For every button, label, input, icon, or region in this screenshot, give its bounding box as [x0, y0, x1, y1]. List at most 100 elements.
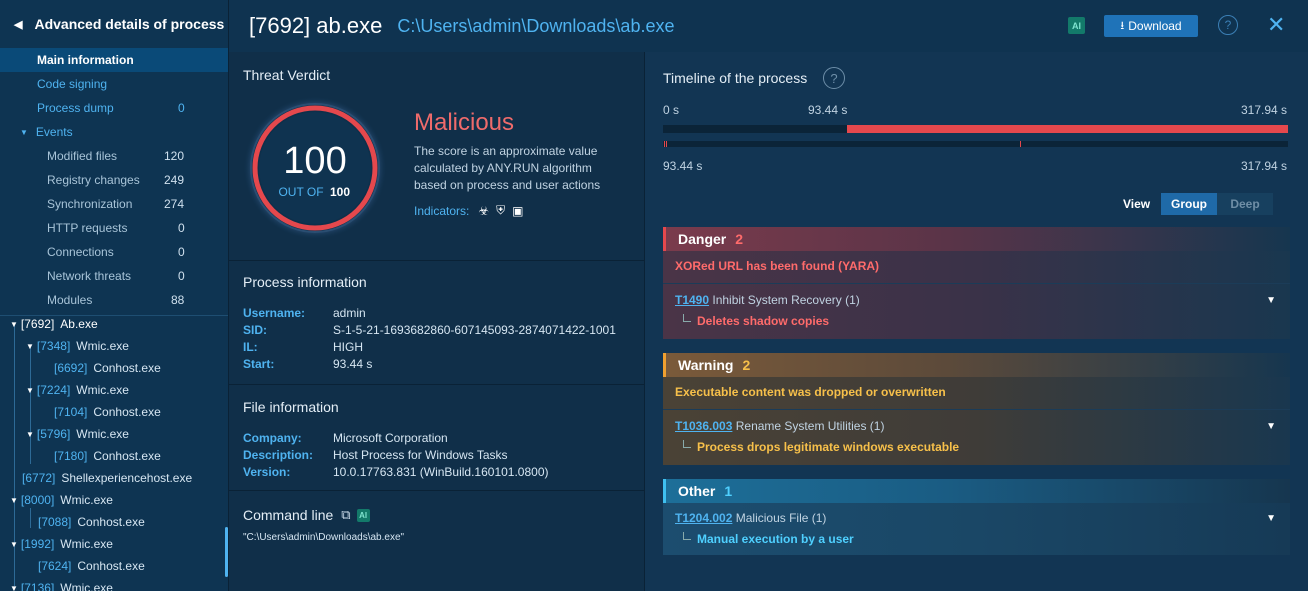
- download-button[interactable]: ⭳ Download: [1104, 15, 1198, 37]
- timeline-process-bar[interactable]: [846, 125, 1288, 133]
- sidebar-item-label: Network threats: [47, 269, 132, 283]
- tree-node[interactable]: [7180] Conhost.exe: [54, 447, 161, 465]
- sidebar-item-synchronization[interactable]: Synchronization 274: [0, 192, 228, 216]
- chevron-down-icon[interactable]: ▼: [1266, 421, 1276, 432]
- process-info-key: IL:: [243, 340, 258, 354]
- close-icon[interactable]: ✕: [1267, 12, 1285, 38]
- score-out-of-value: 100: [330, 185, 350, 199]
- chevron-down-icon[interactable]: ▼: [26, 430, 34, 439]
- sidebar-item-process-dump[interactable]: Process dump 0: [0, 96, 228, 120]
- danger-technique[interactable]: T1490 Inhibit System Recovery (1): [675, 293, 860, 307]
- sidebar-item-registry-changes[interactable]: Registry changes 249: [0, 168, 228, 192]
- chevron-down-icon[interactable]: ▼: [1266, 295, 1276, 306]
- sidebar-item-connections[interactable]: Connections 0: [0, 240, 228, 264]
- sidebar-item-label: HTTP requests: [47, 221, 128, 235]
- chevron-down-icon[interactable]: ▼: [20, 128, 28, 137]
- sidebar-item-label: Modules: [47, 293, 93, 307]
- sidebar-item-network-threats[interactable]: Network threats 0: [0, 264, 228, 288]
- timeline-zoom-track[interactable]: [663, 141, 1288, 147]
- tree-node[interactable]: ▼ [5796] Wmic.exe: [26, 425, 129, 443]
- category-count: 1: [724, 483, 733, 499]
- tree-node-name: Shellexperiencehost.exe: [61, 471, 193, 485]
- technique-id-link[interactable]: T1036.003: [675, 419, 732, 433]
- chevron-down-icon[interactable]: ▼: [10, 320, 18, 329]
- tree-node[interactable]: [6692] Conhost.exe: [54, 359, 161, 377]
- ai-badge[interactable]: AI: [1068, 17, 1085, 34]
- technique-name: Rename System Utilities (1): [735, 419, 885, 433]
- process-info-key: SID:: [243, 323, 267, 337]
- tree-node-name: Conhost.exe: [77, 515, 145, 529]
- tree-node[interactable]: ▼ [1992] Wmic.exe: [10, 535, 113, 553]
- tree-node[interactable]: [7088] Conhost.exe: [38, 513, 145, 531]
- danger-headline: XORed URL has been found (YARA): [675, 259, 880, 273]
- main-panel: [7692] ab.exe C:\Users\admin\Downloads\a…: [229, 0, 1308, 591]
- chevron-down-icon[interactable]: ▼: [10, 496, 18, 505]
- tree-node-pid: [7180]: [54, 449, 88, 463]
- sidebar-item-code-signing[interactable]: Code signing: [0, 72, 228, 96]
- category-other-header[interactable]: Other 1: [663, 479, 1290, 503]
- copy-icon[interactable]: ⧉: [341, 507, 350, 523]
- warning-technique[interactable]: T1036.003 Rename System Utilities (1): [675, 419, 884, 433]
- shield-icon[interactable]: ⛨: [496, 203, 505, 218]
- file-path-link[interactable]: C:\Users\admin\Downloads\ab.exe: [397, 16, 674, 37]
- help-icon[interactable]: ?: [1218, 15, 1238, 35]
- score-value: 100: [283, 140, 346, 182]
- sidebar-item-http-requests[interactable]: HTTP requests 0: [0, 216, 228, 240]
- view-label: View: [1123, 197, 1151, 211]
- sidebar-item-label: Synchronization: [47, 197, 133, 211]
- view-deep-button[interactable]: Deep: [1217, 193, 1273, 215]
- process-info-row: Start: 93.44 s: [243, 357, 372, 371]
- tree-node[interactable]: [6772] Shellexperiencehost.exe: [22, 469, 192, 487]
- sidebar-item-modified-files[interactable]: Modified files 120: [0, 144, 228, 168]
- verdict-label: Malicious: [414, 109, 515, 136]
- process-info-value: S-1-5-21-1693682860-607145093-2874071422…: [333, 323, 616, 337]
- tree-node[interactable]: ▼ [8000] Wmic.exe: [10, 491, 113, 509]
- chevron-down-icon[interactable]: ▼: [26, 386, 34, 395]
- sidebar-item-count: 88: [171, 293, 185, 307]
- tree-node[interactable]: [7624] Conhost.exe: [38, 557, 145, 575]
- category-warning-header[interactable]: Warning 2: [663, 353, 1290, 377]
- ai-badge[interactable]: AI: [356, 508, 370, 522]
- details-column: Threat Verdict 100 OUT OF 100 Malicious: [229, 52, 644, 591]
- sidebar-item-events[interactable]: ▼ Events: [0, 120, 228, 144]
- tree-node-pid: [7104]: [54, 405, 88, 419]
- file-info-row: Version: 10.0.17763.831 (WinBuild.160101…: [243, 465, 549, 479]
- sidebar-item-label: Main information: [37, 53, 134, 67]
- command-line-value: "C:\Users\admin\Downloads\ab.exe": [243, 532, 405, 543]
- tree-node[interactable]: ▼ [7348] Wmic.exe: [26, 337, 129, 355]
- sidebar-item-main-information[interactable]: Main information: [0, 48, 228, 72]
- sidebar-item-count: 274: [164, 197, 185, 211]
- timeline-title: Timeline of the process: [663, 70, 808, 86]
- warning-detail: Process drops legitimate windows executa…: [683, 440, 959, 454]
- timeline-start-label: 0 s: [663, 103, 680, 117]
- category-danger-header[interactable]: Danger 2: [663, 227, 1290, 251]
- view-group-button[interactable]: Group: [1161, 193, 1217, 215]
- category-count: 2: [742, 357, 751, 373]
- technique-id-link[interactable]: T1490: [675, 293, 709, 307]
- process-info-key: Username:: [243, 306, 306, 320]
- tree-node[interactable]: [7104] Conhost.exe: [54, 403, 161, 421]
- chevron-down-icon[interactable]: ▼: [26, 342, 34, 351]
- technique-name: Malicious File (1): [735, 511, 827, 525]
- biohazard-icon[interactable]: ☣: [478, 204, 489, 218]
- chevron-down-icon[interactable]: ▼: [10, 584, 18, 591]
- help-icon[interactable]: ?: [823, 67, 845, 89]
- process-info-row: IL: HIGH: [243, 340, 363, 354]
- chevron-down-icon[interactable]: ▼: [1266, 513, 1276, 524]
- back-icon[interactable]: ◀: [14, 18, 22, 31]
- chevron-down-icon[interactable]: ▼: [10, 540, 18, 549]
- sidebar-scrollbar[interactable]: [225, 527, 228, 577]
- tree-node-name: Wmic.exe: [60, 493, 113, 507]
- sidebar-header[interactable]: ◀ Advanced details of process: [0, 0, 228, 48]
- tree-node[interactable]: ▼ [7224] Wmic.exe: [26, 381, 129, 399]
- tree-node[interactable]: ▼ [7692] Ab.exe: [10, 315, 98, 333]
- technique-id-link[interactable]: T1204.002: [675, 511, 732, 525]
- tree-node[interactable]: ▼ [7136] Wmic.exe: [10, 579, 113, 591]
- tree-node-pid: [1992]: [20, 537, 55, 551]
- timeline-marker-label: 93.44 s: [808, 103, 848, 117]
- detail-text: Manual execution by a user: [697, 532, 854, 546]
- tree-node-pid: [6692]: [54, 361, 88, 375]
- sidebar-item-modules[interactable]: Modules 88: [0, 288, 228, 312]
- executable-icon[interactable]: ▣: [512, 204, 523, 218]
- other-technique[interactable]: T1204.002 Malicious File (1): [675, 511, 826, 525]
